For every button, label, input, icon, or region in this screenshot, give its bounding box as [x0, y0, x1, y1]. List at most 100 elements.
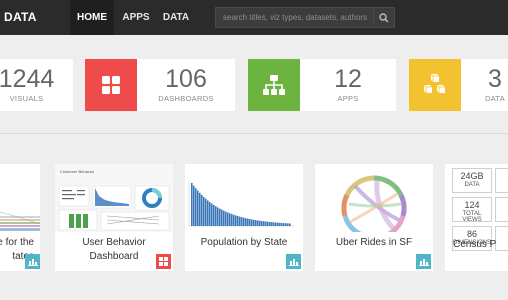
stat-dashboards-value: 106 — [165, 65, 207, 93]
thumb-bar — [233, 214, 235, 226]
thumb-bar — [263, 221, 265, 226]
thumb-bar — [257, 220, 259, 226]
thumb-bar — [283, 223, 285, 226]
thumb-bar — [281, 222, 283, 226]
card-thumbnail — [0, 164, 40, 232]
thumb-bar — [225, 211, 227, 226]
thumb-bar — [197, 190, 199, 226]
data-tile — [409, 59, 461, 111]
top-nav: DATA HOME APPS DATA — [0, 0, 508, 35]
thumb-bar — [279, 222, 281, 226]
thumb-bar — [209, 202, 211, 226]
svg-text:Customer Behavior: Customer Behavior — [60, 169, 95, 174]
thumb-bar — [207, 200, 209, 226]
thumb-bar — [199, 192, 201, 226]
stat-visuals-label: VISUALS — [9, 94, 44, 103]
section-divider — [0, 133, 508, 134]
thumb-bar — [227, 212, 229, 226]
thumb-bar — [195, 188, 197, 226]
thumb-bar — [217, 207, 219, 226]
thumb-bar — [255, 220, 257, 226]
thumb-bar — [267, 221, 269, 226]
thumb-bar — [219, 208, 221, 226]
viz-card-states[interactable]: e for the tates — [0, 164, 40, 271]
metric-total-views: 124 TOTAL VIEWS — [452, 197, 492, 223]
thumb-bar — [285, 223, 287, 226]
stat-visuals[interactable]: 1244 VISUALS — [0, 59, 73, 111]
card-title: Uber Rides in SF — [335, 237, 413, 248]
grid-icon — [102, 76, 120, 94]
nav-apps[interactable]: APPS — [116, 0, 156, 35]
stat-data-value: 3 — [488, 65, 502, 93]
grid-icon — [159, 257, 168, 266]
thumb-bar — [201, 194, 203, 226]
bar-chart-icon — [418, 259, 429, 266]
thumb-bar — [215, 206, 217, 226]
thumb-bar — [269, 221, 271, 226]
stat-data[interactable]: 3 DATA — [409, 59, 508, 111]
sitemap-icon — [263, 75, 285, 95]
viz-card-population-by-state[interactable]: Population by State — [185, 164, 303, 271]
thumb-bar — [261, 221, 263, 226]
brand-logo[interactable]: DATA — [4, 10, 37, 24]
metric-data: 24GB DATA — [452, 168, 492, 193]
metric-extra — [495, 197, 508, 222]
thumb-bar — [273, 222, 275, 226]
card-badge — [156, 254, 171, 269]
card-thumbnail — [315, 164, 433, 232]
search-box — [215, 7, 395, 28]
thumb-bar — [253, 219, 255, 226]
thumb-bar — [191, 183, 193, 226]
thumb-bar — [265, 221, 267, 226]
thumb-bar — [231, 214, 233, 226]
stat-apps[interactable]: 12 APPS — [248, 59, 396, 111]
thumb-bar — [235, 215, 237, 226]
search-button[interactable] — [373, 8, 394, 27]
card-title: Census P — [453, 239, 497, 250]
thumb-bar — [229, 213, 231, 226]
apps-tile — [248, 59, 300, 111]
thumb-bar — [271, 222, 273, 226]
stat-dashboards[interactable]: 106 DASHBOARDS — [85, 59, 235, 111]
search-input[interactable] — [216, 8, 374, 27]
thumb-bar — [213, 204, 215, 226]
metric-extra — [495, 168, 508, 193]
card-thumbnail — [185, 164, 303, 232]
thumb-bar — [239, 216, 241, 226]
viz-card-uber-rides[interactable]: Uber Rides in SF — [315, 164, 433, 271]
thumb-bar — [221, 209, 223, 226]
thumb-bar — [287, 223, 289, 226]
thumb-bar — [289, 223, 291, 226]
thumb-bar — [247, 218, 249, 226]
stat-apps-value: 12 — [334, 65, 362, 93]
card-thumbnail: Customer Behavior — [55, 164, 173, 232]
stat-visuals-value: 1244 — [0, 65, 55, 93]
thumb-bar — [211, 203, 213, 226]
thumb-bar — [245, 218, 247, 226]
card-title: Population by State — [200, 237, 288, 248]
thumb-bar — [241, 217, 243, 226]
nav-home[interactable]: HOME — [70, 0, 114, 35]
bar-chart-icon — [27, 259, 38, 266]
stat-data-label: DATA — [484, 94, 506, 103]
search-icon — [379, 12, 389, 23]
stat-dashboards-label: DASHBOARDS — [158, 94, 214, 103]
thumb-bar — [237, 216, 239, 226]
thumb-bar — [243, 217, 245, 226]
viz-card-census[interactable]: 24GB DATA 124 TOTAL VIEWS 86 DIMENSIONS … — [445, 164, 508, 271]
thumb-bar — [223, 210, 225, 226]
viz-card-user-behavior[interactable]: Customer Behavior User Behavior Dashboar… — [55, 164, 173, 271]
thumb-bar — [193, 185, 195, 226]
thumb-bar — [277, 222, 279, 226]
card-badge — [286, 254, 301, 269]
cubes-icon — [423, 73, 445, 93]
dashboards-tile — [85, 59, 137, 111]
card-badge — [416, 254, 431, 269]
thumb-bar — [203, 196, 205, 226]
thumb-bar — [259, 220, 261, 226]
bar-chart-icon — [288, 259, 299, 266]
nav-data[interactable]: DATA — [158, 0, 194, 35]
card-badge — [25, 254, 40, 269]
thumb-bar — [205, 198, 207, 226]
thumb-bar — [249, 219, 251, 226]
